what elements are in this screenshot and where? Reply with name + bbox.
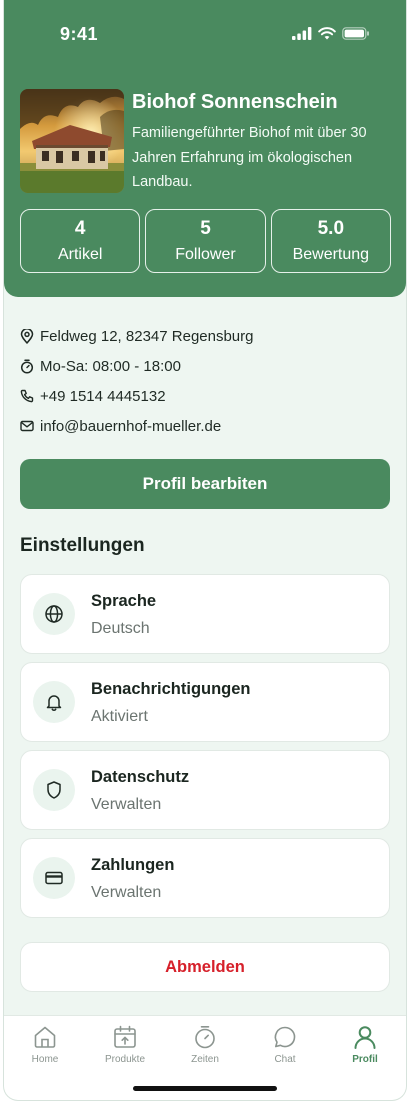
setting-value: Deutsch [91, 620, 150, 637]
tab-label: Chat [274, 1054, 296, 1065]
status-icons [292, 27, 370, 40]
phone-icon [20, 389, 34, 403]
email-text: info@bauernhof-mueller.de [40, 417, 222, 435]
setting-title: Datenschutz [91, 768, 190, 786]
tab-label: Produkte [104, 1054, 146, 1065]
setting-notifications[interactable]: Benachrichtigungen Aktiviert [20, 662, 390, 742]
status-time: 9:41 [60, 24, 99, 44]
logout-button[interactable]: Abmelden [20, 942, 390, 992]
tab-times[interactable]: Zeiten [165, 1024, 245, 1065]
setting-privacy[interactable]: Datenschutz Verwalten [20, 750, 390, 830]
profile-screen: 9:41 Biohof Sonnenschein Familiengeführt… [4, 0, 406, 1100]
tab-bar: Home Produkte Zeiten Chat Profil [4, 1015, 406, 1100]
hours-text: Mo-Sa: 08:00 - 18:00 [40, 357, 181, 375]
status-bar: 9:41 [4, 0, 406, 70]
shield-icon [33, 769, 75, 811]
setting-payments[interactable]: Zahlungen Verwalten [20, 838, 390, 918]
mail-icon [20, 419, 34, 433]
setting-title: Sprache [91, 592, 157, 610]
setting-value: Verwalten [91, 884, 162, 901]
settings-title: Einstellungen [20, 535, 145, 556]
signal-icon [292, 27, 312, 40]
stat-label: Follower [175, 246, 236, 263]
user-icon [354, 1026, 376, 1049]
stat-rating[interactable]: 5.0 Bewertung [270, 209, 391, 273]
globe-icon [33, 593, 75, 635]
contact-info: Feldweg 12, 82347 Regensburg Mo-Sa: 08:0… [20, 321, 254, 441]
tab-profile[interactable]: Profil [325, 1024, 405, 1065]
bell-icon [33, 681, 75, 723]
tab-products[interactable]: Produkte [85, 1024, 165, 1065]
chat-bubble-icon [274, 1026, 296, 1048]
map-pin-icon [20, 328, 34, 344]
tab-label: Zeiten [191, 1054, 219, 1065]
contact-email[interactable]: info@bauernhof-mueller.de [20, 411, 254, 441]
home-icon [34, 1026, 56, 1048]
profile-stats: 4 Artikel 5 Follower 5.0 Bewertung [20, 209, 391, 273]
tab-label: Profil [352, 1054, 378, 1065]
stat-value: 5.0 [317, 218, 345, 239]
setting-title: Zahlungen [91, 856, 175, 874]
timer-icon [20, 358, 34, 374]
phone-text: +49 1514 4445132 [40, 387, 166, 405]
setting-value: Verwalten [91, 796, 162, 813]
profile-header: 9:41 Biohof Sonnenschein Familiengeführt… [4, 0, 406, 297]
settings-list: Sprache Deutsch Benachrichtigungen Aktiv… [20, 574, 390, 926]
contact-hours: Mo-Sa: 08:00 - 18:00 [20, 351, 254, 381]
credit-card-icon [33, 857, 75, 899]
battery-icon [342, 27, 369, 40]
tab-chat[interactable]: Chat [245, 1024, 325, 1065]
setting-language[interactable]: Sprache Deutsch [20, 574, 390, 654]
farm-description: Familiengeführter Biohof mit über 30 Jah… [132, 125, 367, 190]
stat-value: 4 [74, 218, 86, 239]
calendar-upload-icon [114, 1025, 136, 1048]
tab-home[interactable]: Home [5, 1024, 85, 1065]
setting-value: Aktiviert [91, 708, 148, 725]
stat-value: 5 [200, 218, 211, 239]
stat-label: Bewertung [292, 246, 370, 263]
stat-articles[interactable]: 4 Artikel [20, 209, 141, 273]
setting-title: Benachrichtigungen [91, 680, 251, 698]
stopwatch-icon [195, 1026, 215, 1049]
contact-phone[interactable]: +49 1514 4445132 [20, 381, 254, 411]
stat-label: Artikel [57, 246, 103, 263]
tab-label: Home [31, 1054, 59, 1065]
address-text: Feldweg 12, 82347 Regensburg [40, 327, 254, 345]
contact-address: Feldweg 12, 82347 Regensburg [20, 321, 254, 351]
stat-followers[interactable]: 5 Follower [145, 209, 266, 273]
wifi-icon [318, 27, 336, 40]
home-indicator [133, 1086, 277, 1091]
edit-profile-button[interactable]: Profil bearbiten [20, 459, 390, 509]
farm-photo [20, 89, 124, 193]
farm-name: Biohof Sonnenschein [132, 91, 338, 113]
